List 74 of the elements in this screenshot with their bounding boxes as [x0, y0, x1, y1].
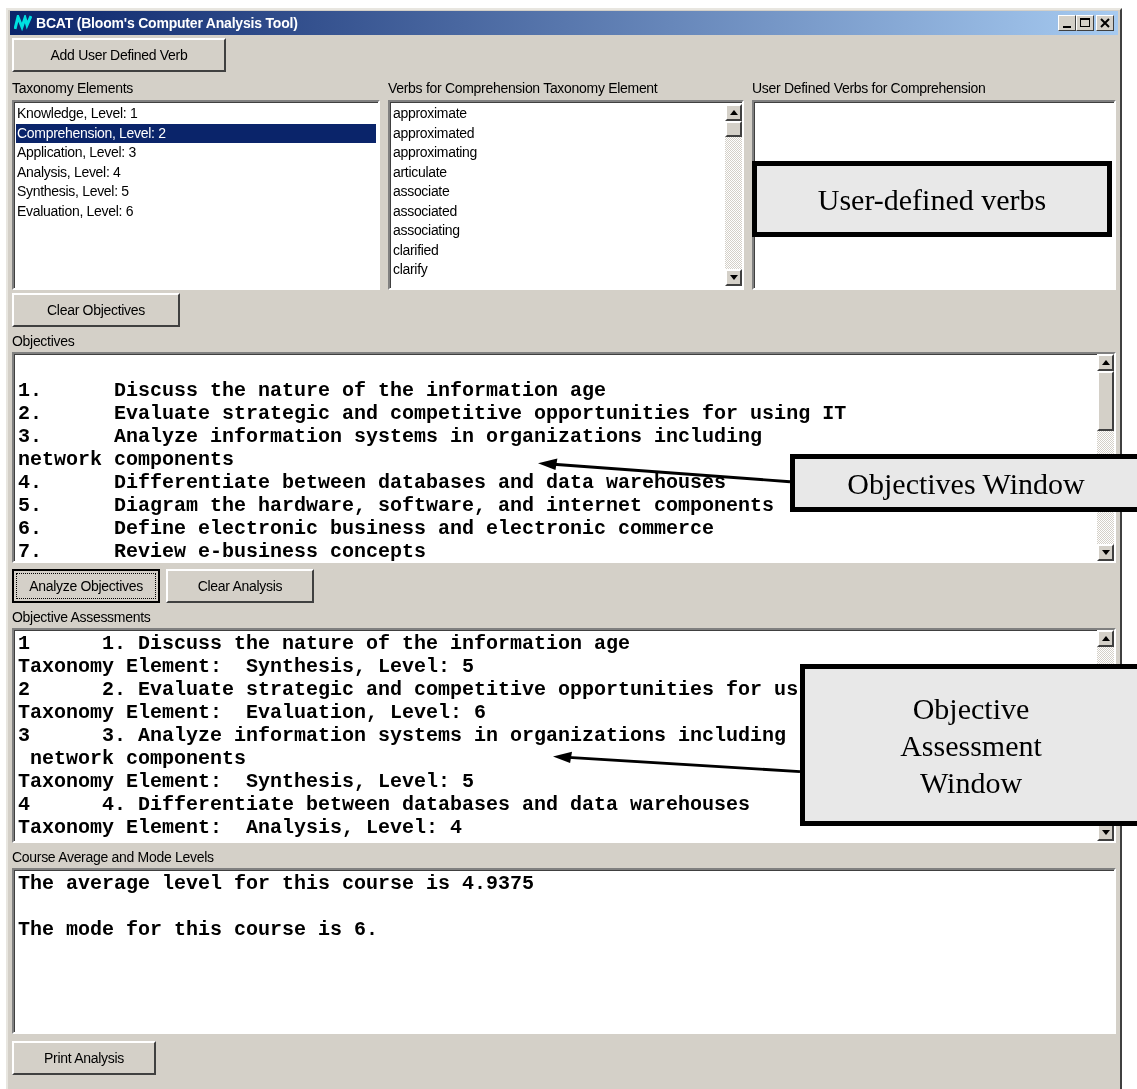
- objective-line: 5. Diagram the hardware, software, and internet components: [18, 494, 775, 517]
- callout-tooltip: User-defined verbs: [752, 161, 1112, 237]
- minimize-button[interactable]: [1058, 15, 1076, 31]
- assessment-line: Taxonomy Element: Synthesis, Level: 5: [18, 770, 475, 793]
- scrollbar-track[interactable]: [725, 104, 742, 286]
- scroll-down-button[interactable]: [725, 269, 742, 286]
- assessment-line: 2 2. Evaluate strategic and competitive opportunities for us: [18, 678, 799, 701]
- print-analysis-button[interactable]: Print Analysis: [12, 1041, 156, 1075]
- up-triangle-icon: [729, 110, 738, 115]
- analysis-button[interactable]: Clear Analysis: [166, 569, 314, 603]
- scroll-up-button[interactable]: [1097, 354, 1114, 371]
- verb-item[interactable]: articulate: [392, 162, 725, 182]
- up-triangle-icon: [1101, 636, 1110, 641]
- result-line: The average level for this course is 4.9375: [18, 872, 535, 895]
- assessments-label: Objective Assessments: [12, 609, 152, 625]
- verb-item[interactable]: associate: [392, 182, 725, 202]
- scroll-down-button[interactable]: [1097, 544, 1114, 561]
- objectives-textbox[interactable]: [12, 352, 1116, 563]
- verb-item[interactable]: clarified: [392, 240, 725, 260]
- maximize-button[interactable]: [1076, 15, 1094, 31]
- up-triangle-icon: [1101, 360, 1110, 365]
- verb-item[interactable]: associated: [392, 201, 725, 221]
- clear-objectives-button[interactable]: Clear Objectives: [12, 293, 180, 327]
- assessment-line: Taxonomy Element: Analysis, Level: 4: [18, 816, 463, 839]
- callout-tooltip: Objectives Window: [790, 454, 1137, 512]
- verb-item[interactable]: associating: [392, 221, 725, 241]
- objective-line: 7. Review e-business concepts: [18, 540, 427, 561]
- scroll-up-button[interactable]: [1097, 630, 1114, 647]
- close-icon: [1100, 18, 1110, 28]
- taxonomy-item[interactable]: Synthesis, Level: 5: [16, 182, 376, 202]
- verbs-list[interactable]: approximate approximated approximating articulate associate associated associating clarified clarify: [388, 100, 744, 290]
- objective-line: network components: [18, 448, 235, 471]
- taxonomy-item[interactable]: Evaluation, Level: 6: [16, 201, 376, 221]
- assessment-line: 3 3. Analyze information systems in organizations including: [18, 724, 787, 747]
- assessment-line: Taxonomy Element: Evaluation, Level: 6: [18, 701, 487, 724]
- down-triangle-icon: [1101, 830, 1110, 835]
- taxonomy-label: Taxonomy Elements: [12, 80, 134, 96]
- objective-line: 6. Define electronic business and electronic commerce: [18, 517, 715, 540]
- assessment-line: network components: [29, 747, 247, 770]
- verbs-label: Verbs for Comprehension Taxonomy Element: [388, 80, 659, 96]
- verb-item[interactable]: approximating: [392, 143, 725, 163]
- taxonomy-item[interactable]: Knowledge, Level: 1: [16, 104, 376, 124]
- scroll-up-button[interactable]: [725, 104, 742, 121]
- assessment-line: 4 4. Differentiate between databases and data warehouses: [18, 793, 751, 816]
- window-title: BCAT (Bloom's Computer Analysis Tool): [36, 15, 298, 31]
- callout-tooltip: Objective Assessment Window: [800, 664, 1137, 826]
- taxonomy-item[interactable]: Analysis, Level: 4: [16, 162, 376, 182]
- down-triangle-icon: [729, 275, 738, 280]
- minimize-icon: [1063, 25, 1071, 28]
- verb-item[interactable]: clarify: [392, 260, 725, 280]
- objective-line: 3. Analyze information systems in organizations including: [18, 425, 763, 448]
- zigzag-logo-icon: [14, 15, 32, 31]
- objective-line: 4. Differentiate between databases and data warehouses: [18, 471, 727, 494]
- objective-line: 2. Evaluate strategic and competitive opportunities for using IT: [18, 402, 847, 425]
- assessment-line: Taxonomy Element: Synthesis, Level: 5: [18, 655, 475, 678]
- taxonomy-item[interactable]: Application, Level: 3: [16, 143, 376, 163]
- course-levels-textbox[interactable]: The average level for this course is 4.9375 The mode for this course is 6.: [12, 868, 1116, 1034]
- scroll-thumb[interactable]: [1097, 371, 1114, 431]
- result-line: The mode for this course is 6.: [18, 918, 379, 941]
- scroll-thumb[interactable]: [725, 121, 742, 137]
- close-button[interactable]: [1096, 15, 1114, 31]
- maximize-icon: [1080, 18, 1090, 28]
- down-triangle-icon: [1101, 550, 1110, 555]
- taxonomy-list[interactable]: Knowledge, Level: 1 Comprehension, Level: 2 Application, Level: 3 Analysis, Level: 4 Synthesis, Level: 5 Evaluation, Level: 6: [12, 100, 380, 290]
- objectives-label: Objectives: [12, 333, 76, 349]
- analysis-button[interactable]: Analyze Objectives: [12, 569, 160, 603]
- course-levels-label: Course Average and Mode Levels: [12, 849, 215, 865]
- verb-item[interactable]: approximate: [392, 104, 725, 124]
- assessment-line: 1 1. Discuss the nature of the information age: [18, 632, 631, 655]
- taxonomy-item[interactable]: Comprehension, Level: 2: [16, 123, 376, 143]
- objective-line: 1. Discuss the nature of the information age: [18, 379, 607, 402]
- verb-item[interactable]: approximated: [392, 123, 725, 143]
- user-verbs-label: User Defined Verbs for Comprehension: [752, 80, 987, 96]
- add-verb-button[interactable]: Add User Defined Verb: [12, 38, 226, 72]
